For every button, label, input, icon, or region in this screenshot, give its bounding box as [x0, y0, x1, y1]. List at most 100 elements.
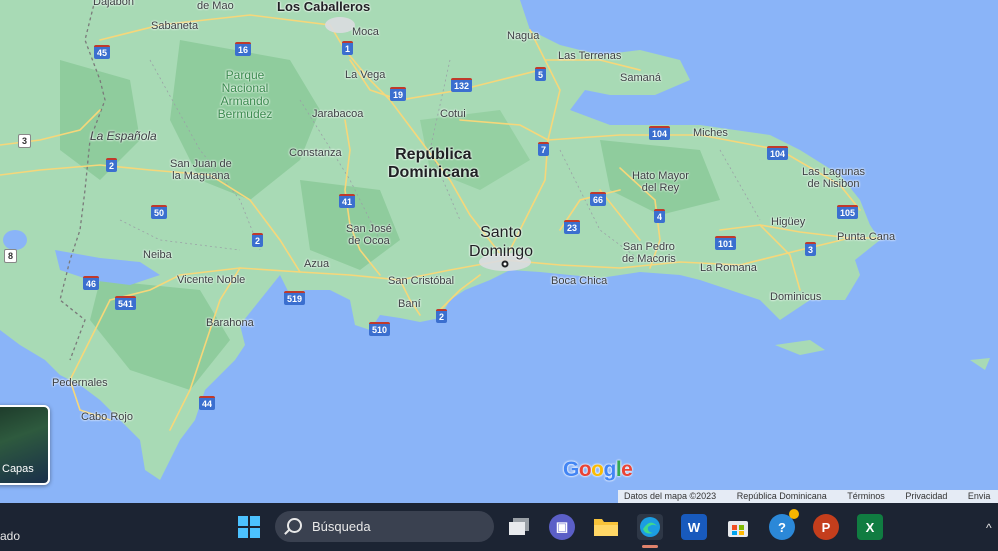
windows-taskbar: ado Búsqueda ▣ W ? P X ^ — [0, 503, 998, 551]
highway-shield: 7 — [538, 142, 550, 156]
park-armando-bermudez: Parque Nacional Armando Bermudez — [217, 68, 273, 121]
city-vicente-noble: Vicente Noble — [177, 274, 246, 286]
city-samana: Samaná — [620, 72, 661, 84]
excel-icon: X — [865, 519, 875, 535]
city-constanza: Constanza — [289, 147, 342, 159]
city-punta-cana: Punta Cana — [837, 231, 896, 243]
highway-shield: 19 — [390, 87, 407, 101]
highway-shield: 3 — [18, 134, 32, 148]
region-la-espanola: La Española — [90, 129, 157, 143]
city-los-caballeros: Los Caballeros — [277, 0, 371, 14]
city-jarabacoa: Jarabacoa — [312, 108, 364, 120]
country-label: República Dominicana — [388, 146, 479, 181]
highway-shield: 44 — [199, 396, 216, 410]
city-las-lagunas: Las Lagunas de Nisibon — [802, 166, 865, 190]
highway-shield: 45 — [94, 45, 111, 59]
highway-shield: 5 — [535, 67, 547, 81]
windows-logo-icon — [238, 516, 260, 538]
city-san-cristobal: San Cristóbal — [388, 275, 455, 287]
highway-shield: 541 — [115, 296, 137, 310]
highway-shield: 132 — [451, 78, 473, 92]
privacy-link[interactable]: Privacidad — [899, 491, 947, 501]
highway-shield: 1 — [342, 41, 354, 55]
highway-shield: 104 — [767, 146, 789, 160]
city-san-pedro: San Pedro de Macoris — [622, 241, 676, 265]
city-la-vega: La Vega — [345, 69, 386, 81]
taskbar-search-box[interactable]: Búsqueda — [275, 511, 494, 542]
city-pedernales: Pedernales — [52, 377, 108, 389]
highway-shield: 3 — [805, 242, 817, 256]
task-view-button[interactable] — [506, 514, 532, 540]
search-placeholder: Búsqueda — [312, 519, 371, 534]
city-dajabon: Dajabon — [93, 0, 134, 8]
highway-shield: 2 — [106, 158, 118, 172]
highway-shield: 50 — [151, 205, 168, 219]
layers-button-label: Capas — [2, 463, 34, 475]
help-icon: ? — [778, 519, 786, 535]
city-higuey: Higüey — [771, 216, 806, 228]
highway-shield: 16 — [235, 42, 252, 56]
word-icon: W — [687, 519, 701, 535]
powerpoint-app-button[interactable]: P — [813, 514, 839, 540]
city-miches: Miches — [693, 127, 728, 139]
city-cotui: Cotui — [440, 108, 466, 120]
highway-shield: 2 — [436, 309, 448, 323]
city-bani: Baní — [398, 298, 421, 310]
map-canvas[interactable]: Dajabon de Mao Los Caballeros Sabaneta M… — [0, 0, 998, 503]
city-azua: Azua — [304, 258, 330, 270]
highway-shield: 519 — [284, 291, 306, 305]
city-neiba: Neiba — [143, 249, 172, 261]
map-attribution: Datos del mapa ©2023 República Dominican… — [618, 490, 998, 503]
chevron-up-icon[interactable]: ^ — [986, 521, 992, 535]
microsoft-store-button[interactable] — [725, 514, 751, 540]
city-boca-chica: Boca Chica — [551, 275, 608, 287]
region-credit: República Dominicana — [736, 491, 827, 501]
active-app-indicator — [642, 545, 658, 548]
highway-shield: 8 — [4, 249, 18, 263]
store-bag-icon — [728, 521, 748, 537]
teams-icon: ▣ — [555, 519, 569, 534]
highway-shield: 101 — [715, 236, 737, 250]
city-nagua: Nagua — [507, 30, 540, 42]
highway-shield: 46 — [83, 276, 100, 290]
city-hato-mayor: Hato Mayor del Rey — [632, 170, 689, 194]
powerpoint-icon: P — [821, 519, 831, 535]
google-logo: Google — [563, 458, 633, 481]
highway-shield: 41 — [339, 194, 356, 208]
get-help-button[interactable]: ? — [769, 509, 799, 540]
excel-app-button[interactable]: X — [857, 514, 883, 540]
city-sabaneta: Sabaneta — [151, 20, 199, 32]
highway-shield: 23 — [564, 220, 581, 234]
task-view-icon — [509, 518, 529, 535]
search-icon — [287, 518, 302, 533]
layers-button[interactable]: Capas — [0, 405, 50, 485]
taskbar-status-text: ado — [0, 529, 21, 543]
city-barahona: Barahona — [206, 317, 254, 329]
highway-shield: 4 — [654, 209, 666, 223]
highway-shield: 105 — [837, 205, 859, 219]
terms-link[interactable]: Términos — [841, 491, 885, 501]
city-moca: Moca — [352, 26, 379, 38]
city-san-jose-de-ocoa: San José de Ocoa — [346, 223, 392, 247]
city-la-romana: La Romana — [700, 262, 757, 274]
edge-browser-button[interactable] — [637, 514, 663, 540]
capital-label: Santo Domingo — [469, 224, 534, 260]
highway-shield: 66 — [590, 192, 607, 206]
highway-shield: 2 — [252, 233, 264, 247]
city-cabo-rojo: Cabo Rojo — [81, 411, 133, 423]
word-app-button[interactable]: W — [681, 514, 707, 540]
map-data-credit: Datos del mapa ©2023 — [624, 491, 717, 501]
windows-start-button[interactable] — [236, 514, 262, 540]
file-explorer-button[interactable] — [593, 514, 619, 540]
send-feedback-link[interactable]: Envia — [962, 491, 991, 501]
notification-badge — [789, 509, 799, 519]
highway-shield: 510 — [369, 322, 391, 336]
edge-icon — [640, 517, 660, 537]
teams-app-button[interactable]: ▣ — [549, 514, 575, 540]
city-las-terrenas: Las Terrenas — [558, 50, 622, 62]
city-dominicus: Dominicus — [770, 291, 822, 303]
city-de-mao: de Mao — [197, 0, 234, 12]
folder-icon — [594, 519, 618, 536]
highway-shield: 104 — [649, 126, 671, 140]
city-san-juan: San Juan de la Maguana — [170, 158, 232, 182]
